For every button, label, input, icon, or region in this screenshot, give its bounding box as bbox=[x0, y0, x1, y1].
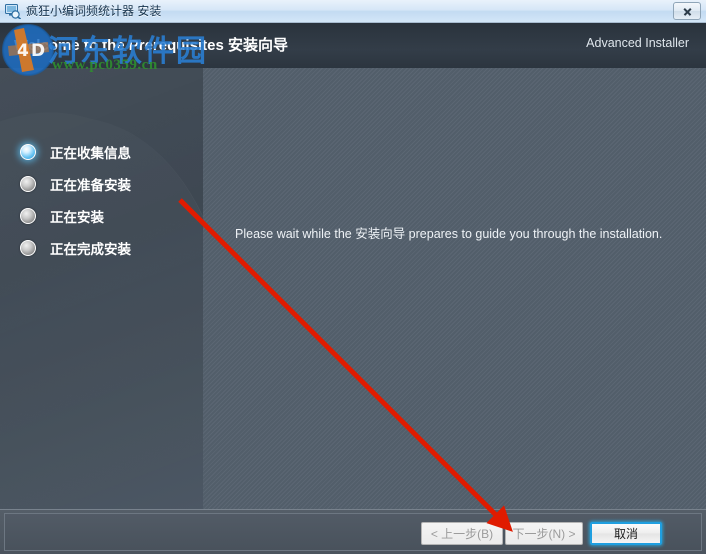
sidebar: 正在收集信息 正在准备安装 正在安装 正在完成安装 bbox=[0, 68, 204, 510]
title-bar: 疯狂小编词频统计器 安装 bbox=[0, 0, 706, 23]
step-label: 正在收集信息 bbox=[50, 146, 131, 161]
step-indicator-icon bbox=[20, 176, 36, 192]
back-button[interactable]: < 上一步(B) bbox=[421, 522, 503, 545]
header-band: Welcome to the Prerequisites 安装向导 Advanc… bbox=[0, 23, 706, 69]
sidebar-item-installing: 正在安装 bbox=[20, 205, 104, 227]
cancel-button[interactable]: 取消 bbox=[590, 522, 662, 545]
next-button[interactable]: 下一步(N) > bbox=[505, 522, 583, 545]
status-message: Please wait while the 安装向导 prepares to g… bbox=[235, 227, 663, 241]
close-icon[interactable] bbox=[673, 2, 701, 20]
step-indicator-icon bbox=[20, 144, 36, 160]
installer-window: 疯狂小编词频统计器 安装 Welcome to the Prerequisite… bbox=[0, 0, 706, 554]
installer-body: Welcome to the Prerequisites 安装向导 Advanc… bbox=[0, 23, 706, 554]
installer-setup-icon bbox=[5, 4, 22, 20]
footer-bar: < 上一步(B) 下一步(N) > 取消 bbox=[0, 509, 706, 554]
sidebar-item-preparing-install: 正在准备安装 bbox=[20, 173, 131, 195]
step-label: 正在完成安装 bbox=[50, 242, 131, 257]
page-title: Welcome to the Prerequisites 安装向导 bbox=[14, 37, 288, 54]
sidebar-item-collecting-information: 正在收集信息 bbox=[20, 141, 131, 163]
step-label: 正在安装 bbox=[50, 210, 104, 225]
sidebar-item-finalizing-install: 正在完成安装 bbox=[20, 237, 131, 259]
window-title: 疯狂小编词频统计器 安装 bbox=[26, 4, 162, 18]
brand-label: Advanced Installer bbox=[586, 36, 689, 50]
main-content-pane: Please wait while the 安装向导 prepares to g… bbox=[203, 68, 706, 510]
step-indicator-icon bbox=[20, 208, 36, 224]
step-label: 正在准备安装 bbox=[50, 178, 131, 193]
footer-inner-frame: < 上一步(B) 下一步(N) > 取消 bbox=[4, 513, 702, 551]
step-indicator-icon bbox=[20, 240, 36, 256]
